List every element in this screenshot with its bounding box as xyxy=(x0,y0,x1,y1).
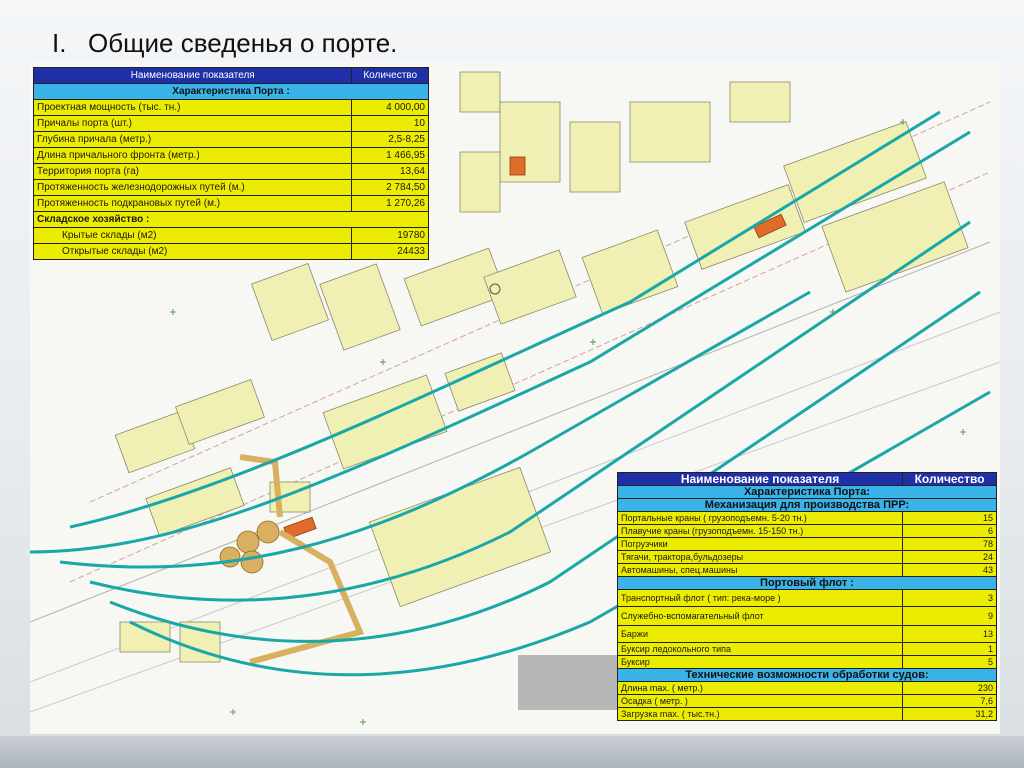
table-row: Транспортный флот ( тип: река-море ) 3 xyxy=(616,589,997,607)
table-row: Портальные краны ( грузоподъемн. 5-20 тн… xyxy=(616,511,997,525)
table-row: Баржи 13 xyxy=(616,625,997,643)
table-row: Буксир ледокольного типа 1 xyxy=(616,642,997,656)
t2-row-label: Служебно-вспомагательный флот xyxy=(616,606,904,626)
t2-row-label: Буксир xyxy=(616,655,904,669)
t1-row-value: 2,5-8,25 xyxy=(351,131,429,148)
t2-row-label: Портальные краны ( грузоподъемн. 5-20 тн… xyxy=(616,511,904,525)
table-row: Причалы порта (шт.) 10 xyxy=(32,115,429,132)
table-row: Загрузка max. ( тыс.тн.) 31,2 xyxy=(616,707,997,721)
table-row: Погрузчики 78 xyxy=(616,537,997,551)
t1-row-value: 24433 xyxy=(351,243,429,260)
t1-col-qty: Количество xyxy=(351,67,429,84)
table-row: Служебно-вспомагательный флот 9 xyxy=(616,606,997,626)
t2-row-value: 5 xyxy=(902,655,997,669)
table-row: Длина max. ( метр.) 230 xyxy=(616,681,997,695)
t1-row-label: Длина причального фронта (метр.) xyxy=(32,147,353,164)
t2-row-value: 31,2 xyxy=(902,707,997,721)
table-row: Плавучие краны (грузоподъемн. 15-150 тн.… xyxy=(616,524,997,538)
table-row: Крытые склады (м2) 19780 xyxy=(32,227,429,244)
t1-row-value: 2 784,50 xyxy=(351,179,429,196)
t2-section-mech: Механизация для производства ПРР: xyxy=(617,498,997,512)
t2-row-value: 1 xyxy=(902,642,997,656)
t2-row-label: Осадка ( метр. ) xyxy=(616,694,904,708)
t2-row-label: Длина max. ( метр.) xyxy=(616,681,904,695)
t1-row-label: Причалы порта (шт.) xyxy=(32,115,353,132)
t1-row-label: Глубина причала (метр.) xyxy=(32,131,353,148)
t2-row-label: Транспортный флот ( тип: река-море ) xyxy=(616,589,904,607)
t2-row-label: Буксир ледокольного типа xyxy=(616,642,904,656)
table-row: Территория порта (га) 13,64 xyxy=(32,163,429,180)
t2-row-value: 7,6 xyxy=(902,694,997,708)
t2-row-value: 13 xyxy=(902,625,997,643)
t1-section: Характеристика Порта : xyxy=(33,83,429,100)
table-row: Автомашины, спец.машины 43 xyxy=(616,563,997,577)
bottom-decoration xyxy=(0,736,1024,768)
t1-row-value: 1 270,26 xyxy=(351,195,429,212)
t1-col-name: Наименование показателя xyxy=(32,67,353,84)
t2-row-value: 3 xyxy=(902,589,997,607)
t2-col-name: Наименование показателя xyxy=(616,472,904,486)
table-row: Протяженность железнодорожных путей (м.)… xyxy=(32,179,429,196)
t1-row-label: Территория порта (га) xyxy=(32,163,353,180)
table-row: Тягачи, трактора,бульдозеры 24 xyxy=(616,550,997,564)
t2-row-label: Плавучие краны (грузоподъемн. 15-150 тн.… xyxy=(616,524,904,538)
t1-row-value: 4 000,00 xyxy=(351,99,429,116)
t1-storage-label: Складское хозяйство : xyxy=(33,211,429,228)
t2-row-value: 230 xyxy=(902,681,997,695)
port-characteristics-table: Наименование показателя Количество Харак… xyxy=(32,67,429,260)
t1-row-value: 10 xyxy=(351,115,429,132)
t2-row-value: 6 xyxy=(902,524,997,538)
t2-row-value: 24 xyxy=(902,550,997,564)
slide-number: I. xyxy=(52,28,67,58)
table-row: Буксир 5 xyxy=(616,655,997,669)
t1-row-value: 1 466,95 xyxy=(351,147,429,164)
t2-row-label: Погрузчики xyxy=(616,537,904,551)
table-row: Длина причального фронта (метр.) 1 466,9… xyxy=(32,147,429,164)
t2-row-value: 43 xyxy=(902,563,997,577)
t1-row-label: Проектная мощность (тыс. тн.) xyxy=(32,99,353,116)
t2-section-tech: Технические возможности обработки судов: xyxy=(617,668,997,682)
t1-row-label: Протяженность железнодорожных путей (м.) xyxy=(32,179,353,196)
t1-row-label: Протяженность подкрановых путей (м.) xyxy=(32,195,353,212)
t1-row-label: Открытые склады (м2) xyxy=(32,243,353,260)
table-row: Осадка ( метр. ) 7,6 xyxy=(616,694,997,708)
table-row: Протяженность подкрановых путей (м.) 1 2… xyxy=(32,195,429,212)
t1-row-label: Крытые склады (м2) xyxy=(32,227,353,244)
t1-row-value: 13,64 xyxy=(351,163,429,180)
t2-row-label: Автомашины, спец.машины xyxy=(616,563,904,577)
slide-title: I. Общие сведенья о порте. xyxy=(52,28,397,59)
t2-row-value: 78 xyxy=(902,537,997,551)
t2-section-fleet: Портовый флот : xyxy=(617,576,997,590)
t2-section-main: Характеристика Порта: xyxy=(617,485,997,499)
t2-row-label: Тягачи, трактора,бульдозеры xyxy=(616,550,904,564)
t2-row-value: 9 xyxy=(902,606,997,626)
table-row: Открытые склады (м2) 24433 xyxy=(32,243,429,260)
t2-row-label: Баржи xyxy=(616,625,904,643)
t1-row-value: 19780 xyxy=(351,227,429,244)
t2-row-label: Загрузка max. ( тыс.тн.) xyxy=(616,707,904,721)
slide-title-text: Общие сведенья о порте. xyxy=(88,28,398,58)
table-row: Проектная мощность (тыс. тн.) 4 000,00 xyxy=(32,99,429,116)
table-row: Складское хозяйство : xyxy=(33,211,429,228)
t2-col-qty: Количество xyxy=(902,472,997,486)
port-mechanization-table: Наименование показателя Количество Харак… xyxy=(616,472,997,721)
gray-overlay-box xyxy=(518,655,622,710)
table-row: Глубина причала (метр.) 2,5-8,25 xyxy=(32,131,429,148)
t2-row-value: 15 xyxy=(902,511,997,525)
